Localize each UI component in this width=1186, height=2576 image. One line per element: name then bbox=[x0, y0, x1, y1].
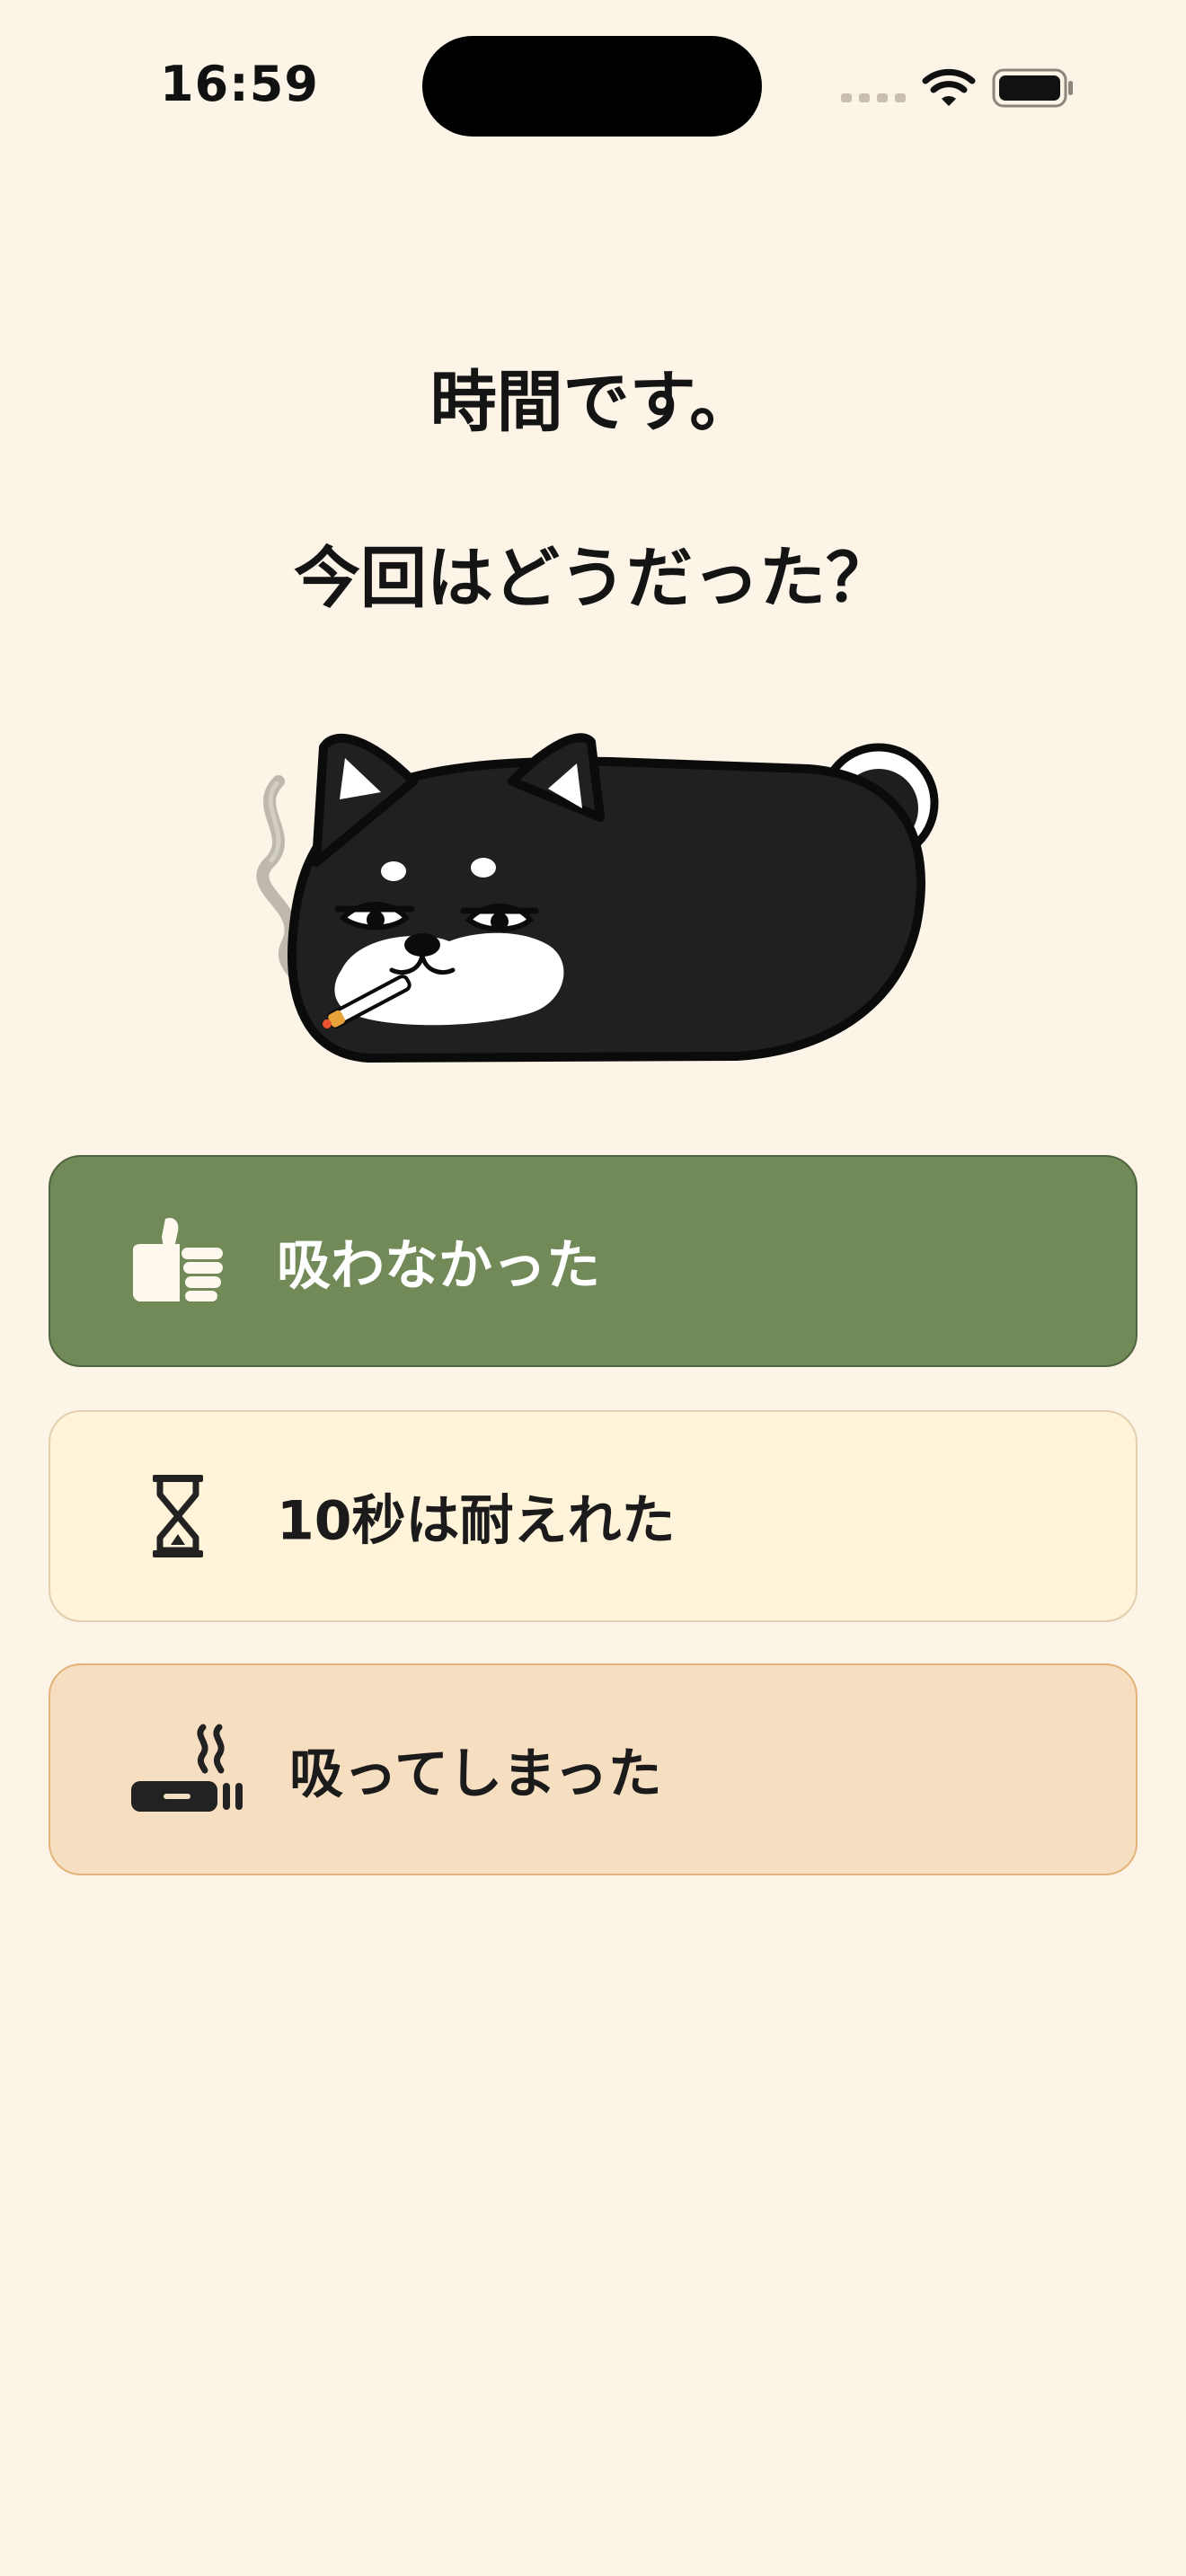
cigarette-icon bbox=[131, 1724, 243, 1812]
smoking-shiba-dog-illustration bbox=[256, 733, 939, 1063]
prompt-title: 時間です。 bbox=[429, 364, 757, 441]
option-endured-10-seconds-button[interactable]: 10秒は耐えれた bbox=[49, 1410, 1137, 1622]
check-in-screen: 16:59 時間です。 今回はどうだった？ 吸わなかった 10秒は耐えれた 吸っ… bbox=[0, 0, 1186, 2576]
option-did-not-smoke-button[interactable]: 吸わなかった bbox=[49, 1155, 1137, 1367]
option-label: 吸わなかった bbox=[277, 1234, 600, 1298]
option-smoked-button[interactable]: 吸ってしまった bbox=[49, 1663, 1137, 1875]
status-time: 16:59 bbox=[160, 56, 319, 112]
dynamic-island bbox=[422, 36, 762, 137]
battery-icon bbox=[992, 68, 1073, 108]
wifi-icon bbox=[922, 68, 976, 106]
hourglass-icon bbox=[153, 1475, 203, 1557]
prompt-question: 今回はどうだった？ bbox=[294, 540, 892, 617]
thumbs-up-icon bbox=[133, 1217, 223, 1301]
status-indicators bbox=[841, 66, 1075, 108]
signal-icon bbox=[841, 93, 906, 102]
option-label: 10秒は耐えれた bbox=[277, 1489, 676, 1553]
option-label: 吸ってしまった bbox=[289, 1742, 662, 1806]
